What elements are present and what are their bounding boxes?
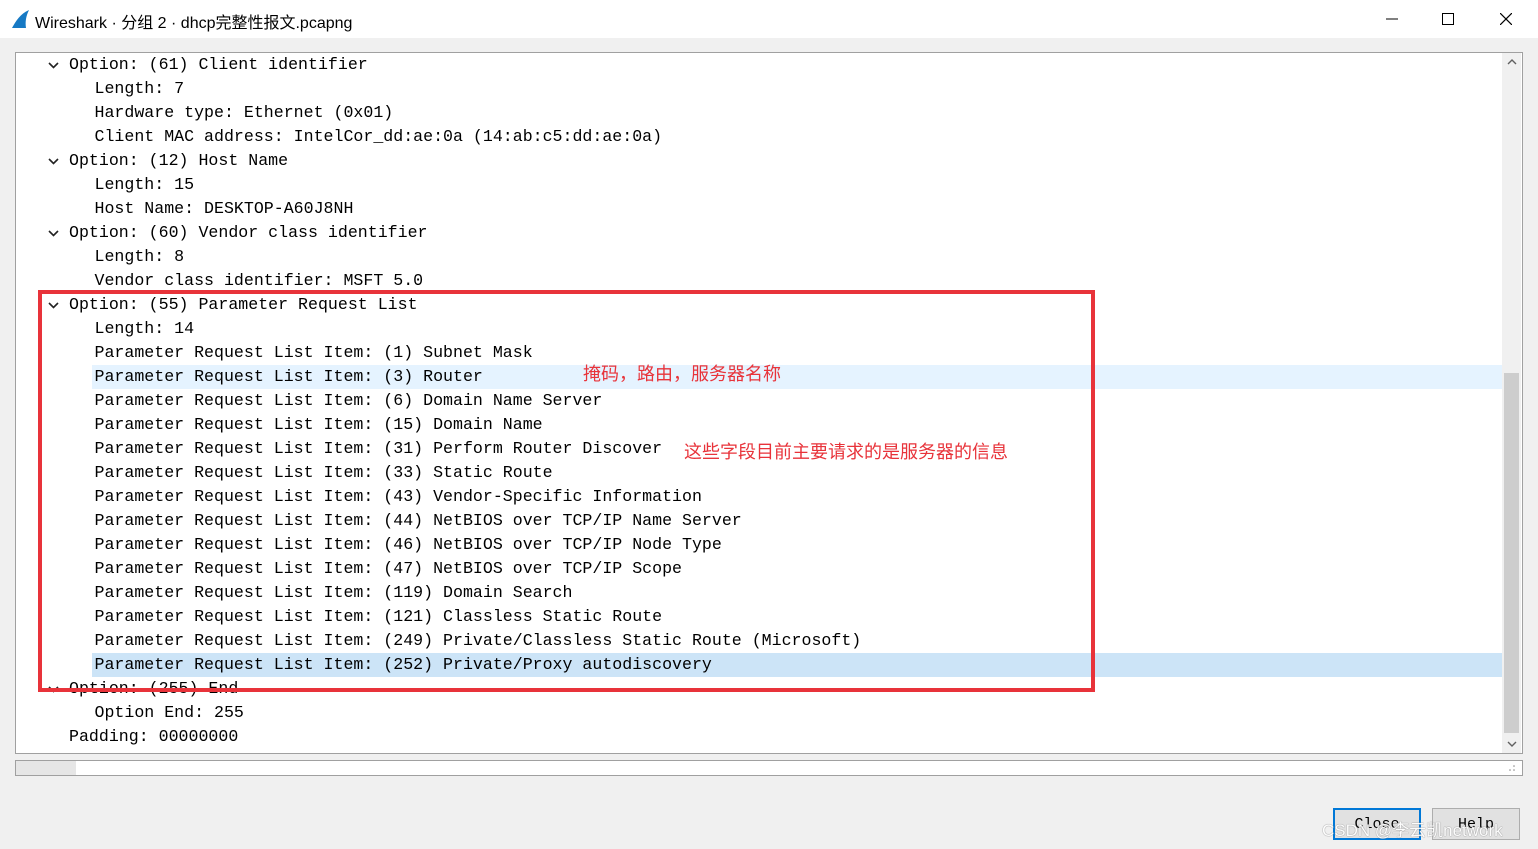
tree-row-text: Host Name: DESKTOP-A60J8NH bbox=[94, 199, 354, 218]
tree-leaf[interactable]: Parameter Request List Item: (121) Class… bbox=[16, 605, 1502, 629]
tree-leaf[interactable]: Parameter Request List Item: (252) Priva… bbox=[91, 653, 1502, 677]
annotation-note-2: 这些字段目前主要请求的是服务器的信息 bbox=[684, 442, 1008, 463]
minimize-icon bbox=[1386, 18, 1398, 20]
annotation-note-1: 掩码，路由，服务器名称 bbox=[583, 364, 781, 385]
expand-chevron-icon[interactable] bbox=[46, 221, 60, 245]
expand-chevron-icon[interactable] bbox=[46, 53, 60, 77]
tree-row-text: Hardware type: Ethernet (0x01) bbox=[94, 103, 394, 122]
tree-leaf[interactable]: Parameter Request List Item: (249) Priva… bbox=[16, 629, 1502, 653]
tree-row-text: Parameter Request List Item: (33) Static… bbox=[94, 463, 553, 482]
tree-node[interactable]: Option: (12) Host Name bbox=[16, 149, 1502, 173]
tree-leaf[interactable]: Parameter Request List Item: (47) NetBIO… bbox=[16, 557, 1502, 581]
expand-chevron-icon[interactable] bbox=[46, 677, 60, 701]
expand-chevron-icon[interactable] bbox=[46, 293, 60, 317]
tree-row-text: Option: (55) Parameter Request List bbox=[69, 295, 418, 314]
tree-row-text: Parameter Request List Item: (46) NetBIO… bbox=[94, 535, 722, 554]
tree-leaf[interactable]: Client MAC address: IntelCor_dd:ae:0a (1… bbox=[16, 125, 1502, 149]
tree-row-text: Parameter Request List Item: (121) Class… bbox=[94, 607, 663, 626]
tree-row-text: Parameter Request List Item: (43) Vendor… bbox=[94, 487, 702, 506]
scroll-thumb[interactable] bbox=[1504, 373, 1519, 733]
tree-leaf[interactable]: Parameter Request List Item: (33) Static… bbox=[16, 461, 1502, 485]
tree-row-text: Option: (60) Vendor class identifier bbox=[69, 223, 428, 242]
packet-details-tree[interactable]: Option: (61) Client identifier Length: 7 H… bbox=[15, 52, 1523, 754]
tree-node[interactable]: Option: (255) End bbox=[16, 677, 1502, 701]
watermark: CSDN @李云凯network bbox=[1322, 821, 1503, 840]
close-window-button[interactable] bbox=[1478, 0, 1534, 38]
wireshark-fin-icon bbox=[12, 10, 29, 28]
expand-chevron-icon[interactable] bbox=[46, 149, 60, 173]
tree-row-text: Parameter Request List Item: (1) Subnet … bbox=[94, 343, 533, 362]
close-icon bbox=[1500, 13, 1512, 25]
tree-leaf[interactable]: Parameter Request List Item: (3) Router bbox=[91, 365, 1502, 389]
tree-row-text: Option: (12) Host Name bbox=[69, 151, 289, 170]
tree-leaf[interactable]: Host Name: DESKTOP-A60J8NH bbox=[16, 197, 1502, 221]
tree-row-text: Parameter Request List Item: (119) Domai… bbox=[94, 583, 573, 602]
chevron-down-icon bbox=[1507, 741, 1516, 747]
horizontal-scroll-thumb[interactable] bbox=[16, 761, 76, 775]
tree-leaf[interactable]: Hardware type: Ethernet (0x01) bbox=[16, 101, 1502, 125]
tree-leaf[interactable]: Parameter Request List Item: (6) Domain … bbox=[16, 389, 1502, 413]
tree-row-text: Parameter Request List Item: (6) Domain … bbox=[94, 391, 603, 410]
tree-node[interactable]: Option: (61) Client identifier bbox=[16, 53, 1502, 77]
tree-node[interactable]: Option: (55) Parameter Request List bbox=[16, 293, 1502, 317]
tree-leaf[interactable]: Length: 14 bbox=[16, 317, 1502, 341]
tree-node[interactable]: Option: (60) Vendor class identifier bbox=[16, 221, 1502, 245]
tree-leaf[interactable]: Option End: 255 bbox=[16, 701, 1502, 725]
tree-leaf[interactable]: Parameter Request List Item: (119) Domai… bbox=[16, 581, 1502, 605]
tree-row-text: Parameter Request List Item: (47) NetBIO… bbox=[94, 559, 683, 578]
tree-row-text: Option: (61) Client identifier bbox=[69, 55, 368, 74]
tree-row-text: Parameter Request List Item: (3) Router bbox=[94, 367, 483, 386]
scroll-up-button[interactable] bbox=[1502, 53, 1521, 71]
tree-row-text: Client MAC address: IntelCor_dd:ae:0a (1… bbox=[94, 127, 663, 146]
byte-view-bar[interactable] bbox=[15, 760, 1523, 776]
tree-row-text: Length: 15 bbox=[94, 175, 195, 194]
maximize-icon bbox=[1442, 13, 1454, 25]
minimize-button[interactable] bbox=[1364, 0, 1420, 38]
title-bar: Wireshark · 分组 2 · dhcp完整性报文.pcapng bbox=[0, 0, 1538, 38]
window-title: Wireshark · 分组 2 · dhcp完整性报文.pcapng bbox=[35, 15, 353, 32]
tree-leaf[interactable]: Length: 7 bbox=[16, 77, 1502, 101]
tree-leaf[interactable]: Parameter Request List Item: (15) Domain… bbox=[16, 413, 1502, 437]
tree-row-text: Parameter Request List Item: (15) Domain… bbox=[94, 415, 543, 434]
tree-leaf[interactable]: Length: 8 bbox=[16, 245, 1502, 269]
scroll-down-button[interactable] bbox=[1502, 735, 1521, 753]
tree-row-text: Parameter Request List Item: (249) Priva… bbox=[94, 631, 862, 650]
tree-row-text: Length: 14 bbox=[94, 319, 195, 338]
tree-leaf[interactable]: Parameter Request List Item: (44) NetBIO… bbox=[16, 509, 1502, 533]
vertical-scrollbar[interactable] bbox=[1502, 53, 1521, 753]
maximize-button[interactable] bbox=[1420, 0, 1476, 38]
tree-leaf[interactable]: Parameter Request List Item: (43) Vendor… bbox=[16, 485, 1502, 509]
tree-row-text: Length: 8 bbox=[94, 247, 185, 266]
tree-row-text: Option: (255) End bbox=[69, 679, 239, 698]
tree-row-text: Padding: 00000000 bbox=[69, 727, 239, 746]
tree-row-text: Parameter Request List Item: (31) Perfor… bbox=[94, 439, 663, 458]
chevron-up-icon bbox=[1507, 59, 1516, 65]
resize-grip-icon bbox=[1509, 765, 1515, 771]
tree-node[interactable]: Padding: 00000000 bbox=[16, 725, 1502, 749]
tree-row-text: Option End: 255 bbox=[94, 703, 244, 722]
tree-row-text: Vendor class identifier: MSFT 5.0 bbox=[94, 271, 424, 290]
tree-leaf[interactable]: Parameter Request List Item: (46) NetBIO… bbox=[16, 533, 1502, 557]
tree-leaf[interactable]: Vendor class identifier: MSFT 5.0 bbox=[16, 269, 1502, 293]
tree-row-text: Parameter Request List Item: (252) Priva… bbox=[94, 655, 712, 674]
tree-leaf[interactable]: Length: 15 bbox=[16, 173, 1502, 197]
tree-row-text: Length: 7 bbox=[94, 79, 185, 98]
tree-row-text: Parameter Request List Item: (44) NetBIO… bbox=[94, 511, 742, 530]
